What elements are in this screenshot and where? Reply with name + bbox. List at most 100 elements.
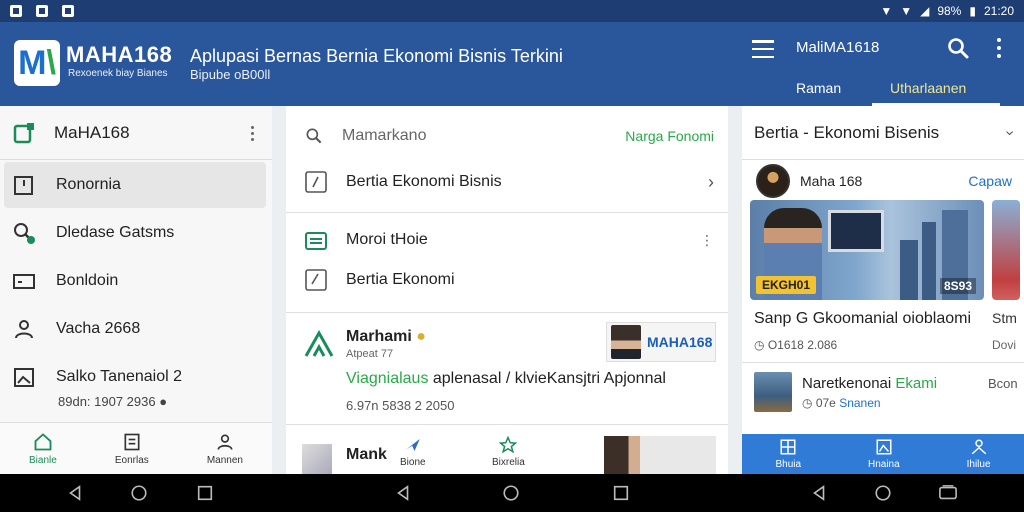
app-logo-icon: M \: [14, 40, 60, 86]
recents-icon[interactable]: [612, 484, 630, 502]
list-item[interactable]: Bertia Ekonomi Bisnis ›: [286, 160, 728, 204]
tab-utharlaanen[interactable]: Utharlaanen: [890, 80, 966, 96]
notification-icon: [36, 5, 48, 17]
bottom-nav-profile[interactable]: Mannen: [207, 432, 243, 466]
author-row: Maha 168 Capaw: [756, 160, 1024, 202]
recents-icon[interactable]: [196, 484, 214, 502]
left-panel: MaHA168 Ronornia Dledase Gatsms Bonldoin…: [0, 106, 272, 474]
list-item-label: Bertia Ekonomi: [346, 271, 455, 288]
search-icon[interactable]: [946, 36, 970, 60]
news-thumbnail[interactable]: [302, 444, 332, 474]
sidebar-item-label: Ronornia: [56, 176, 121, 193]
recents-icon[interactable]: [938, 484, 958, 502]
more-vert-icon[interactable]: [996, 38, 1002, 58]
home-icon[interactable]: [130, 484, 148, 502]
more-vert-icon[interactable]: [251, 126, 254, 141]
clock-icon: ◷: [802, 395, 813, 410]
search-icon: [14, 223, 35, 244]
news-headline[interactable]: Viagnialaus aplenasal / klvieKansjtri Ap…: [346, 370, 666, 388]
more-vert-icon[interactable]: ⋮: [700, 232, 714, 249]
hero-tag: EKGH01: [756, 276, 817, 294]
document-icon: [124, 433, 140, 450]
notification-icon: [62, 5, 74, 17]
info-dot-icon: ●: [159, 394, 168, 409]
bottom-nav-grid[interactable]: Bhuia: [775, 438, 801, 470]
news-title[interactable]: Marhami ●: [346, 328, 426, 346]
person-photo: [611, 325, 641, 359]
monitor-shape: [828, 210, 884, 252]
news-title[interactable]: Mank: [346, 446, 387, 464]
article-meta: Dovi: [992, 338, 1017, 352]
sidebar-item-label: Bonldoin: [56, 272, 119, 289]
news-thumbnail[interactable]: [604, 436, 716, 474]
brand-tagline: Rexoenek biay Bianes: [68, 68, 168, 79]
right-panel: Bertia - Ekonomi Bisenis › Maha 168 Capa…: [742, 106, 1024, 474]
back-icon[interactable]: [394, 484, 412, 502]
right-panel-title: Bertia - Ekonomi Bisenis: [754, 122, 940, 142]
back-icon[interactable]: [66, 484, 84, 502]
left-panel-header: MaHA168: [0, 106, 272, 160]
search-input[interactable]: Mamarkano: [342, 127, 426, 145]
checkbox-icon: [305, 269, 327, 291]
tab-raman[interactable]: Raman: [796, 80, 841, 96]
hero-image[interactable]: EKGH01 8S93: [750, 200, 984, 300]
article-caption[interactable]: Sanp G Gkoomanial oioblaomi: [754, 310, 971, 328]
thumbnail-brand: MAHA168: [647, 334, 713, 350]
search-icon: [306, 128, 322, 144]
folder-icon: [14, 176, 33, 195]
left-bottom-nav: Bianle Eonrlas Mannen: [0, 422, 272, 474]
search-row[interactable]: Mamarkano Narga Fonomi: [286, 116, 728, 156]
bottom-nav-favorites[interactable]: Bixrelia: [492, 436, 525, 468]
app-header: M \ MAHA168 Rexoenek biay Bianes Aplupasi…: [0, 22, 1024, 106]
battery-icon: ▮: [969, 4, 976, 18]
list-item-label: Moroi tHoie: [346, 231, 428, 248]
clock-icon: ◷: [754, 338, 765, 352]
divider: [286, 212, 728, 213]
hero-image-next[interactable]: [992, 200, 1020, 300]
wifi-icon: ▼: [880, 4, 893, 18]
sidebar-item-vacha[interactable]: Vacha 2668: [4, 306, 266, 352]
search-link[interactable]: Narga Fonomi: [625, 128, 714, 144]
list-item-meta: ◷ 07e Snanen: [802, 395, 881, 410]
right-panel-header[interactable]: Bertia - Ekonomi Bisenis ›: [742, 106, 1024, 160]
avatar: [756, 164, 790, 198]
divider: [742, 362, 1024, 363]
article-caption[interactable]: Stm: [992, 310, 1017, 326]
author-link[interactable]: Capaw: [968, 173, 1012, 189]
sidebar-item-dledase[interactable]: Dledase Gatsms: [4, 210, 266, 256]
home-icon[interactable]: [874, 484, 892, 502]
sidebar-item-subtext: 89dn: 1907 2936 ●: [58, 394, 168, 409]
bottom-nav-explore[interactable]: Bione: [400, 436, 426, 468]
sidebar-item-ronornia[interactable]: Ronornia: [4, 162, 266, 208]
list-item-label: Bertia Ekonomi Bisnis: [346, 173, 502, 190]
edit-icon: [305, 171, 327, 193]
list-item[interactable]: Bertia Ekonomi: [286, 260, 728, 300]
list-item[interactable]: Naretkenonai Ekami ◷ 07e Snanen: [754, 372, 937, 412]
list-item[interactable]: Moroi tHoie ⋮: [286, 220, 728, 260]
bottom-nav-home[interactable]: Bianle: [29, 432, 57, 466]
news-thumbnail[interactable]: MAHA168: [606, 322, 716, 362]
page-subtitle: Bipube oB00ll: [190, 67, 271, 82]
battery-text: 98%: [937, 4, 962, 18]
left-panel-title: MaHA168: [54, 122, 130, 142]
sidebar-item-bonldoin[interactable]: Bonldoin: [4, 258, 266, 304]
plane-icon: [406, 439, 420, 451]
news-thumbnail: [754, 372, 792, 412]
home-icon[interactable]: [502, 484, 520, 502]
card-icon: [13, 274, 35, 289]
menu-icon[interactable]: [752, 40, 774, 58]
list-item-side: Bcon: [988, 376, 1018, 391]
account-name[interactable]: MaliMA1618: [796, 39, 879, 56]
home-icon: [34, 432, 52, 450]
bottom-nav-person[interactable]: Ihilue: [967, 438, 991, 470]
chevron-down-icon[interactable]: ›: [1000, 130, 1018, 135]
divider: [286, 312, 728, 313]
bottom-nav-list[interactable]: Eonrlas: [115, 432, 149, 466]
sidebar-item-label: Salko Tanenaiol 2: [56, 368, 183, 385]
clock: 21:20: [983, 4, 1014, 18]
back-icon[interactable]: [810, 484, 828, 502]
author-name: Maha 168: [800, 173, 863, 189]
bottom-nav-gallery[interactable]: Hnaina: [868, 438, 900, 470]
app-icon: [13, 122, 34, 143]
sidebar-item-label: Dledase Gatsms: [56, 224, 175, 241]
